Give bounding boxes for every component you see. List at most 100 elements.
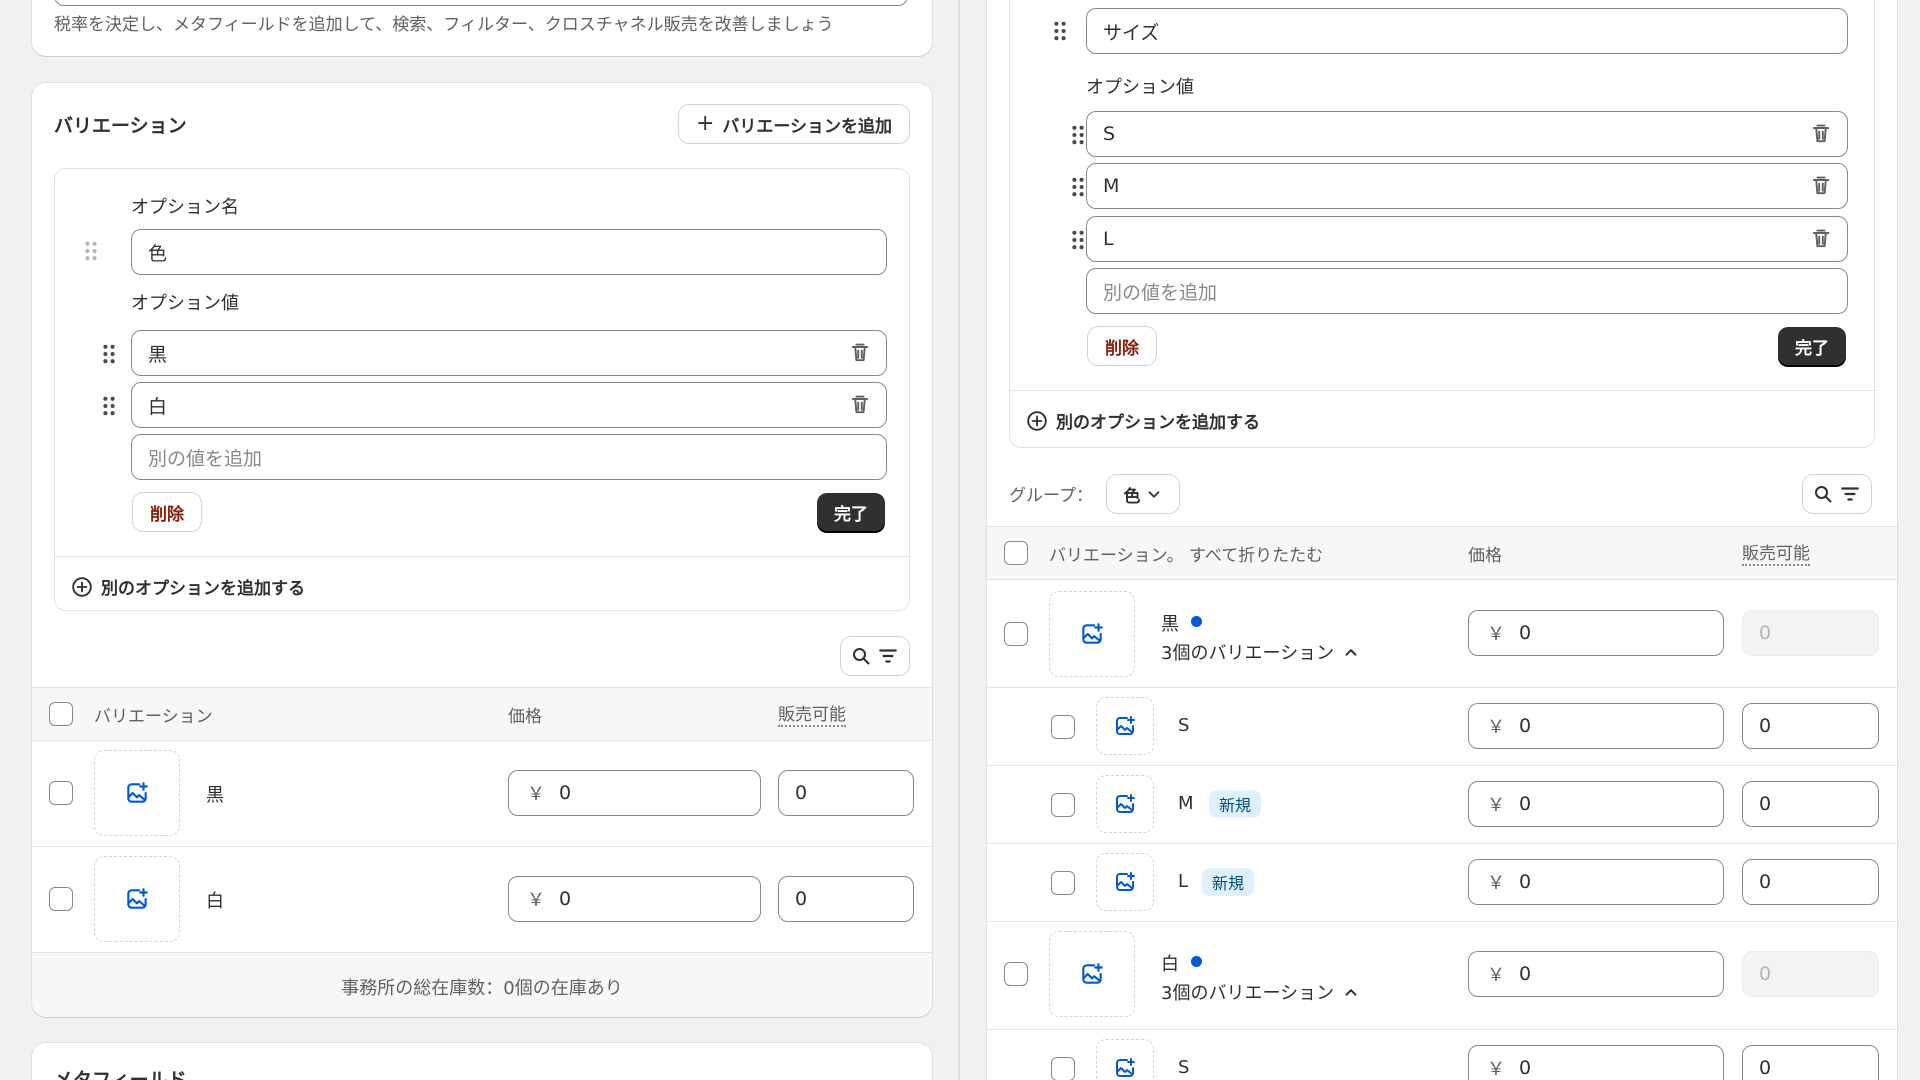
available-input[interactable]: 0 (1742, 781, 1879, 827)
row-checkbox[interactable] (1004, 962, 1028, 986)
new-badge: 新規 (1209, 790, 1262, 818)
collapse-all-link[interactable]: 。 すべて折りたたむ (1167, 546, 1324, 566)
table-row[interactable]: S ￥ 0 0 (987, 688, 1897, 765)
currency-symbol: ￥ (1487, 965, 1505, 986)
add-image-button[interactable] (1049, 591, 1135, 677)
price-input[interactable]: ￥ 0 (1468, 610, 1724, 656)
trash-icon[interactable] (1809, 122, 1833, 146)
metafields-card: メタフィールド (32, 1043, 932, 1080)
variation-name: S (1178, 1057, 1190, 1078)
currency-symbol: ￥ (1487, 624, 1505, 645)
add-image-button[interactable] (94, 750, 180, 836)
variations-title: バリエーション (54, 115, 187, 137)
done-button[interactable]: 完了 (1778, 327, 1846, 365)
price-input[interactable]: ￥ 0 (508, 770, 761, 816)
price-input[interactable]: ￥ 0 (1468, 781, 1724, 827)
add-option-link[interactable]: 別のオプションを追加する (1026, 408, 1260, 433)
price-value: 0 (1519, 1057, 1532, 1079)
inventory-footer: 事務所の総在庫数：0個の在庫あり (32, 953, 932, 1017)
option-value-input[interactable]: S (1086, 111, 1848, 157)
group-name: 黒 (1161, 614, 1179, 635)
row-checkbox[interactable] (1004, 622, 1028, 646)
row-checkbox[interactable] (1051, 715, 1075, 739)
select-all-checkbox[interactable] (49, 702, 73, 726)
divider (1010, 390, 1876, 391)
table-row[interactable]: M 新規 ￥ 0 0 (987, 766, 1897, 843)
option-value-input[interactable]: 白 (131, 382, 887, 428)
variation-count: 3個のバリエーション (1161, 983, 1335, 1004)
table-row-group[interactable]: 白 3個のバリエーション ￥ 0 0 (987, 922, 1897, 1029)
price-input[interactable]: ￥ 0 (1468, 703, 1724, 749)
add-image-icon (1079, 961, 1105, 987)
option-name-input[interactable]: サイズ (1086, 8, 1848, 54)
add-image-button[interactable] (1096, 853, 1154, 911)
table-row[interactable]: 白 ￥ 0 0 (32, 847, 932, 952)
chevron-down-icon (1145, 485, 1163, 503)
delete-option-button[interactable]: 削除 (1088, 327, 1156, 365)
status-dot (1191, 956, 1202, 967)
trash-icon[interactable] (848, 393, 872, 417)
row-checkbox[interactable] (49, 781, 73, 805)
row-checkbox[interactable] (49, 887, 73, 911)
expand-toggle[interactable]: 3個のバリエーション (1161, 639, 1360, 665)
available-input[interactable]: 0 (1742, 1045, 1879, 1080)
delete-option-button[interactable]: 削除 (133, 493, 201, 531)
row-checkbox[interactable] (1051, 793, 1075, 817)
price-input[interactable]: ￥ 0 (1468, 859, 1724, 905)
available-input[interactable]: 0 (778, 770, 914, 816)
search-icon (1813, 484, 1833, 504)
top-description: 税率を決定し、メタフィールドを追加して、検索、フィルター、クロスチャネル販売を改… (54, 15, 834, 35)
currency-symbol: ￥ (527, 784, 545, 805)
col-price: 価格 (508, 707, 542, 727)
add-image-button[interactable] (1049, 931, 1135, 1017)
price-value: 0 (1519, 871, 1532, 893)
group-name: 白 (1161, 954, 1179, 975)
group-select[interactable]: 色 (1107, 475, 1179, 513)
trash-icon[interactable] (1809, 174, 1833, 198)
expand-toggle[interactable]: 3個のバリエーション (1161, 979, 1360, 1005)
variation-name: S (1178, 715, 1190, 736)
option-value-input[interactable]: 黒 (131, 330, 887, 376)
row-checkbox[interactable] (1051, 871, 1075, 895)
row-checkbox[interactable] (1051, 1057, 1075, 1080)
table-row[interactable]: 黒 ￥ 0 0 (32, 741, 932, 846)
search-filter-button[interactable] (841, 637, 909, 675)
currency-symbol: ￥ (1487, 795, 1505, 816)
price-input[interactable]: ￥ 0 (1468, 1045, 1724, 1080)
search-filter-button[interactable] (1803, 475, 1871, 513)
option-value-input[interactable]: L (1086, 216, 1848, 262)
status-dot (1191, 616, 1202, 627)
price-value: 0 (1519, 963, 1532, 985)
done-button[interactable]: 完了 (817, 493, 885, 531)
add-image-button[interactable] (1096, 697, 1154, 755)
drag-handle-icon[interactable] (1069, 123, 1087, 147)
drag-handle-icon[interactable] (1069, 228, 1087, 252)
price-input[interactable]: ￥ 0 (1468, 951, 1724, 997)
option-value-input[interactable]: M (1086, 163, 1848, 209)
table-row-group[interactable]: 黒 3個のバリエーション ￥ 0 0 (987, 580, 1897, 687)
option-name-input[interactable]: 色 (131, 229, 887, 275)
add-image-button[interactable] (1096, 1039, 1154, 1080)
add-value-input[interactable]: 別の値を追加 (131, 434, 887, 480)
add-image-button[interactable] (94, 856, 180, 942)
table-row[interactable]: L 新規 ￥ 0 0 (987, 844, 1897, 921)
available-input[interactable]: 0 (778, 876, 914, 922)
add-value-input[interactable]: 別の値を追加 (1086, 268, 1848, 314)
table-row[interactable]: S ￥ 0 0 (987, 1030, 1897, 1080)
filter-icon (1839, 483, 1861, 505)
add-image-button[interactable] (1096, 775, 1154, 833)
drag-handle-icon[interactable] (100, 394, 118, 418)
available-input[interactable]: 0 (1742, 859, 1879, 905)
add-option-link[interactable]: 別のオプションを追加する (71, 574, 305, 599)
price-input[interactable]: ￥ 0 (508, 876, 761, 922)
trash-icon[interactable] (1809, 227, 1833, 251)
drag-handle-icon[interactable] (1069, 175, 1087, 199)
select-all-checkbox[interactable] (1004, 541, 1028, 565)
trash-icon[interactable] (848, 341, 872, 365)
drag-handle-icon[interactable] (82, 239, 100, 263)
add-variation-button[interactable]: + バリエーションを追加 (679, 105, 909, 143)
top-info-card: 税率を決定し、メタフィールドを追加して、検索、フィルター、クロスチャネル販売を改… (32, 0, 932, 56)
drag-handle-icon[interactable] (1051, 19, 1069, 43)
available-input[interactable]: 0 (1742, 703, 1879, 749)
drag-handle-icon[interactable] (100, 342, 118, 366)
